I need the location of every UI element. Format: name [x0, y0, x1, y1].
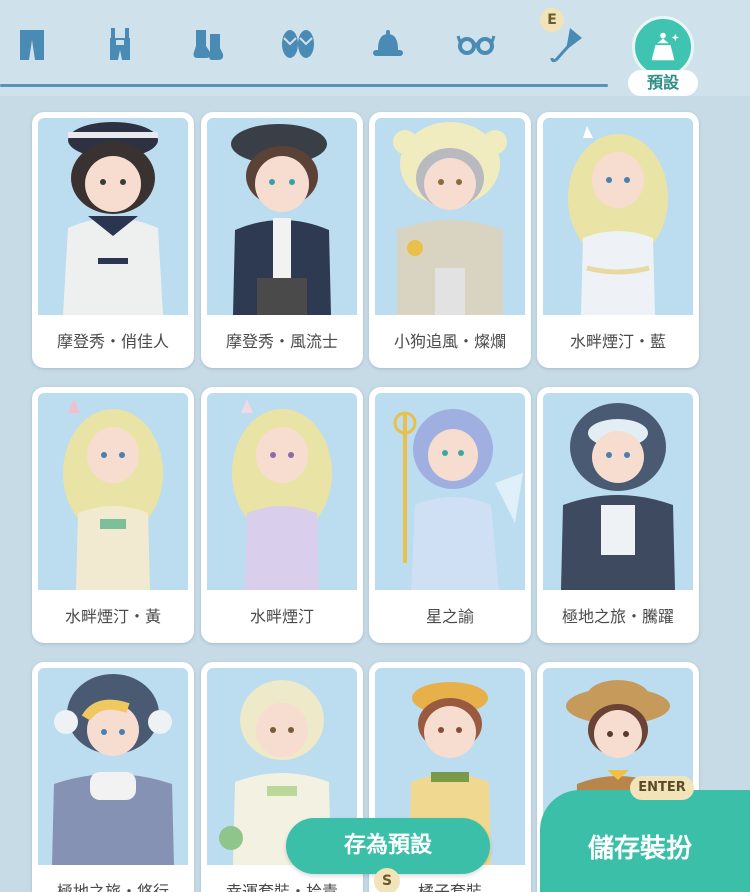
outfit-preview	[207, 118, 357, 315]
outfit-preview	[543, 393, 693, 590]
outfit-name: 摩登秀・風流士	[225, 332, 338, 351]
save-as-preset-button[interactable]: 存為預設	[286, 818, 490, 874]
overalls-tab[interactable]	[96, 20, 144, 68]
outfit-preview	[543, 118, 693, 315]
overalls-icon	[110, 28, 130, 60]
outfit-preview	[38, 668, 188, 865]
socks-tab[interactable]	[184, 20, 232, 68]
save-outfit-button[interactable]: 儲存裝扮	[540, 790, 750, 892]
outfit-card[interactable]: 摩登秀・俏佳人	[32, 112, 194, 368]
preset-tab[interactable]: 預設	[628, 16, 698, 98]
outfit-preview	[38, 393, 188, 590]
save-outfit-key-hint: ENTER	[630, 776, 694, 800]
tab-bar-divider	[0, 84, 608, 87]
outfit-name: 水畔煙汀	[249, 607, 314, 626]
pants-icon	[20, 30, 44, 60]
outfit-preview	[375, 118, 525, 315]
outfit-card[interactable]: 摩登秀・風流士	[201, 112, 363, 368]
outfit-preview	[207, 393, 357, 590]
preset-outfit-icon	[632, 16, 694, 78]
save-preset-key-hint: S	[374, 868, 400, 892]
outfit-name: 水畔煙汀・藍	[569, 332, 666, 351]
shoes-tab[interactable]	[274, 20, 322, 68]
shoes-icon	[282, 30, 314, 58]
outfit-name: 星之諭	[425, 607, 474, 626]
outfit-name: 水畔煙汀・黃	[64, 607, 161, 626]
category-tab-bar: E 預設	[0, 0, 750, 96]
outfit-card[interactable]: 水畔煙汀・黃	[32, 387, 194, 643]
glasses-tab[interactable]	[452, 20, 500, 68]
glasses-icon	[456, 35, 496, 55]
umbrella-icon	[550, 28, 582, 63]
outfit-name: 極地之旅・騰躍	[561, 607, 674, 626]
socks-icon	[193, 30, 224, 60]
outfit-name: 小狗追風・燦爛	[393, 332, 506, 351]
outfit-card[interactable]: 星之諭	[369, 387, 531, 643]
hat-tab[interactable]	[364, 20, 412, 68]
outfit-card[interactable]: 極地之旅・悠行	[32, 662, 194, 892]
outfit-name: 摩登秀・俏佳人	[56, 332, 169, 351]
outfit-preview	[38, 118, 188, 315]
outfit-card[interactable]: 水畔煙汀	[201, 387, 363, 643]
outfit-card[interactable]: 小狗追風・燦爛	[369, 112, 531, 368]
hat-icon	[373, 30, 403, 56]
pants-tab[interactable]	[8, 20, 56, 68]
outfit-preview	[375, 393, 525, 590]
outfit-name: 極地之旅・悠行	[56, 882, 169, 892]
outfit-card[interactable]: 極地之旅・騰躍	[537, 387, 699, 643]
outfit-card[interactable]: 水畔煙汀・藍	[537, 112, 699, 368]
preset-tab-label: 預設	[628, 70, 698, 96]
umbrella-tab[interactable]	[542, 20, 590, 68]
